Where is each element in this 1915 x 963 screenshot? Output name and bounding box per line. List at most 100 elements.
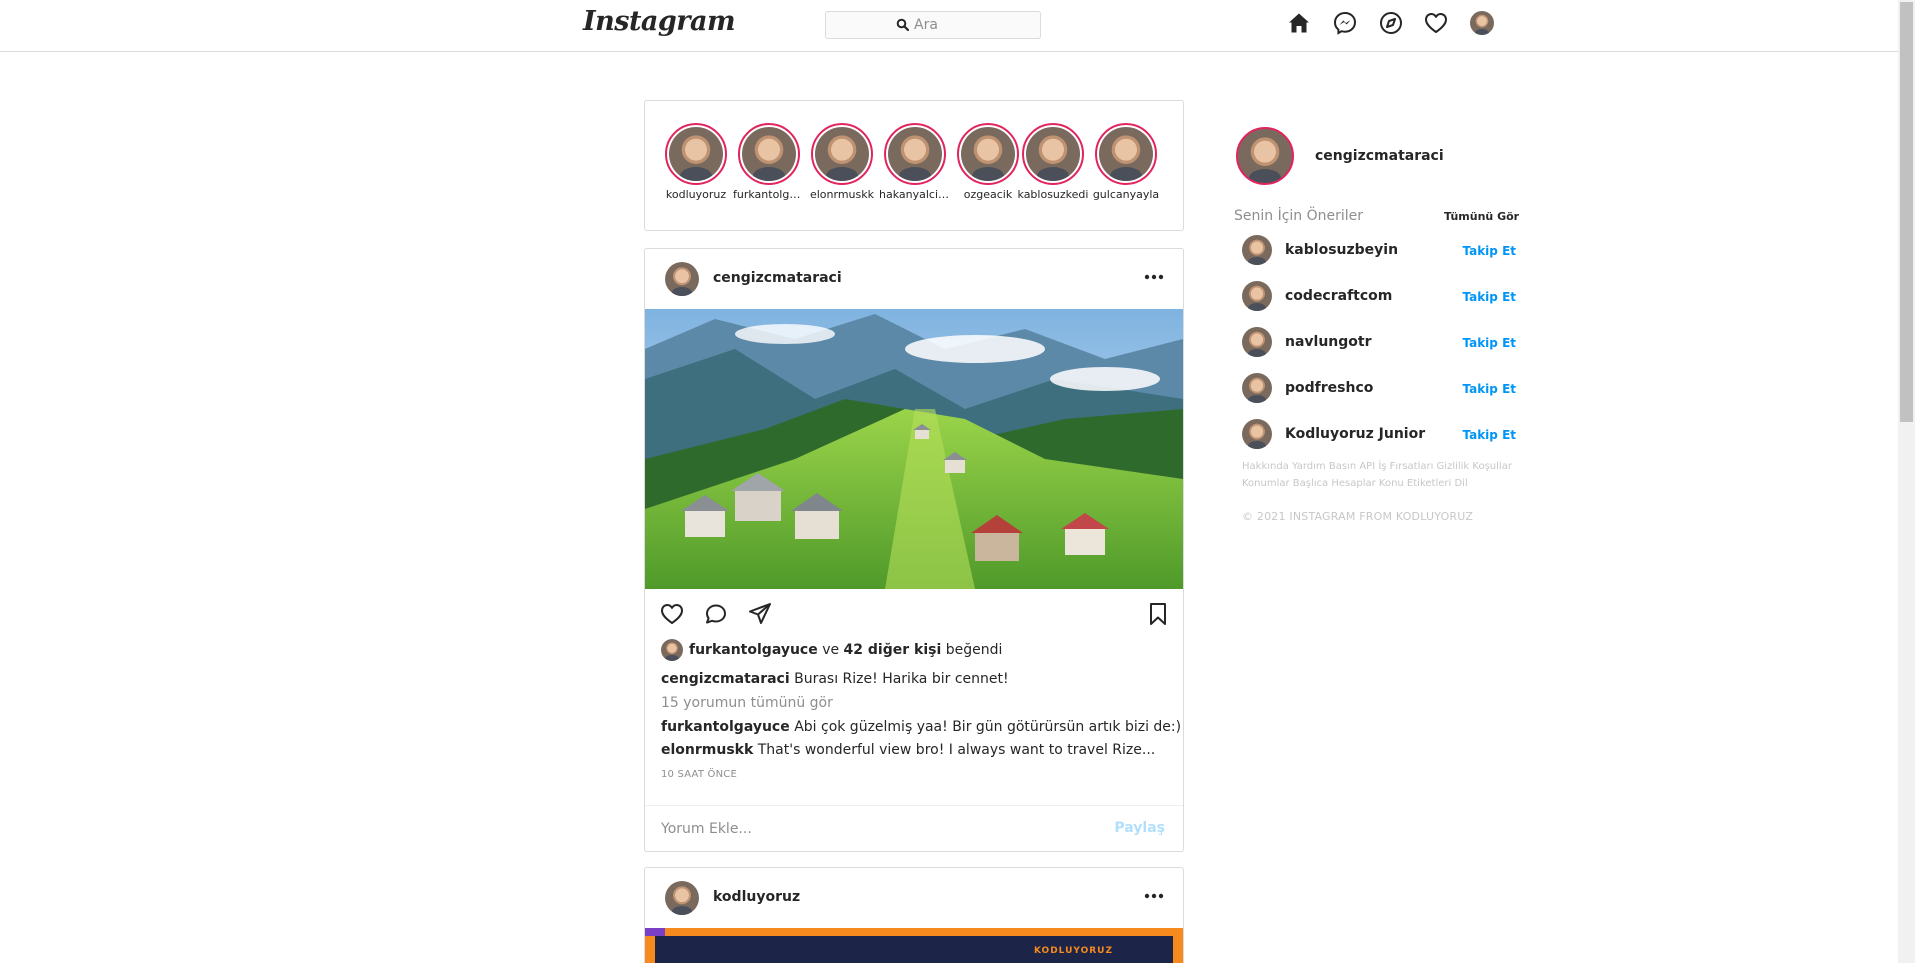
avatar xyxy=(742,127,796,181)
story-username: gulcanyayla xyxy=(1092,188,1160,201)
share-paper-plane-icon[interactable] xyxy=(747,601,773,627)
post-author-username[interactable]: kodluyoruz xyxy=(713,889,800,905)
story-item[interactable]: kablosuzkedi xyxy=(1017,123,1089,201)
caption-username[interactable]: cengizcmataraci xyxy=(661,671,790,687)
post-image[interactable]: KODLUYORUZ xyxy=(645,928,1183,963)
feed-post: cengizcmataraci furkantolgayuce ve 42 di… xyxy=(644,248,1184,852)
profile-avatar[interactable] xyxy=(1470,11,1494,35)
suggestion-row: podfreshco Takip Et xyxy=(1242,373,1516,405)
post-author-username[interactable]: cengizcmataraci xyxy=(713,270,842,286)
bookmark-icon[interactable] xyxy=(1145,601,1171,627)
landscape-photo xyxy=(645,309,1183,589)
caption-text: Burası Rize! Harika bir cennet! xyxy=(794,671,1009,687)
more-options-icon[interactable] xyxy=(1143,892,1165,900)
post-image[interactable] xyxy=(645,309,1183,589)
avatar xyxy=(1026,127,1080,181)
story-item[interactable]: gulcanyayla xyxy=(1090,123,1162,201)
follow-button[interactable]: Takip Et xyxy=(1462,428,1516,442)
feed-post: kodluyoruz KODLUYORUZ xyxy=(644,867,1184,963)
search-box[interactable] xyxy=(825,11,1041,39)
follow-button[interactable]: Takip Et xyxy=(1462,290,1516,304)
likes-summary[interactable]: furkantolgayuce ve 42 diğer kişi beğendi xyxy=(661,639,1002,663)
suggestion-avatar[interactable] xyxy=(1242,419,1272,449)
comment-username[interactable]: elonrmuskk xyxy=(661,742,753,758)
avatar xyxy=(669,127,723,181)
story-item[interactable]: ozgeacik xyxy=(952,123,1024,201)
comment-input[interactable] xyxy=(661,818,1081,840)
sidebar-avatar[interactable] xyxy=(1236,127,1294,185)
home-icon[interactable] xyxy=(1286,10,1312,36)
like-heart-icon[interactable] xyxy=(659,601,685,627)
decorative-strip xyxy=(645,928,665,936)
avatar xyxy=(961,127,1015,181)
follow-button[interactable]: Takip Et xyxy=(1462,336,1516,350)
sidebar-username[interactable]: cengizcmataraci xyxy=(1315,148,1444,164)
suggestion-username[interactable]: Kodluyoruz Junior xyxy=(1285,426,1425,442)
likes-connector: ve xyxy=(822,642,840,658)
story-username: elonrmuskk xyxy=(809,188,874,201)
story-username: hakanyalcin... xyxy=(879,188,951,201)
story-username: ozgeacik xyxy=(963,188,1013,201)
suggestion-avatar[interactable] xyxy=(1242,373,1272,403)
story-item[interactable]: furkantolga... xyxy=(733,123,805,201)
scrollbar-thumb[interactable] xyxy=(1900,2,1913,422)
post-author-avatar[interactable] xyxy=(665,262,699,296)
story-ring xyxy=(1022,123,1084,185)
story-ring xyxy=(1095,123,1157,185)
comment-icon[interactable] xyxy=(703,601,729,627)
comment-text: That's wonderful view bro! I always want… xyxy=(757,742,1156,758)
post-image-panel: KODLUYORUZ xyxy=(655,936,1173,963)
view-all-comments-link[interactable]: 15 yorumun tümünü gör xyxy=(661,695,833,711)
footer-links[interactable]: Hakkında Yardım Basın API İş Fırsatları … xyxy=(1242,458,1522,492)
explore-icon[interactable] xyxy=(1378,10,1404,36)
instagram-logo[interactable]: Instagram xyxy=(583,6,736,37)
story-ring xyxy=(665,123,727,185)
story-ring xyxy=(884,123,946,185)
suggestion-avatar[interactable] xyxy=(1242,235,1272,265)
likes-others-count[interactable]: 42 diğer kişi xyxy=(844,642,942,658)
post-timestamp[interactable]: 10 SAAT ÖNCE xyxy=(661,769,737,780)
copyright-text: © 2021 INSTAGRAM FROM KODLUYORUZ xyxy=(1242,510,1474,523)
suggestion-row: Kodluyoruz Junior Takip Et xyxy=(1242,419,1516,451)
stories-bar: kodluyoruz furkantolga... elonrmuskk hak… xyxy=(644,100,1184,231)
liker-username[interactable]: furkantolgayuce xyxy=(689,642,818,658)
post-actions xyxy=(645,601,1183,633)
suggestion-avatar[interactable] xyxy=(1242,327,1272,357)
comment-row: furkantolgayuce Abi çok güzelmiş yaa! Bi… xyxy=(661,719,1181,735)
story-item[interactable]: kodluyoruz xyxy=(660,123,732,201)
suggestion-username[interactable]: codecraftcom xyxy=(1285,288,1392,304)
suggestion-row: codecraftcom Takip Et xyxy=(1242,281,1516,313)
post-caption: cengizcmataraci Burası Rize! Harika bir … xyxy=(661,671,1009,687)
avatar xyxy=(1099,127,1153,181)
follow-button[interactable]: Takip Et xyxy=(1462,244,1516,258)
follow-button[interactable]: Takip Et xyxy=(1462,382,1516,396)
suggestion-username[interactable]: navlungotr xyxy=(1285,334,1372,350)
messenger-icon[interactable] xyxy=(1332,10,1358,36)
heart-icon[interactable] xyxy=(1423,10,1449,36)
likes-suffix: beğendi xyxy=(945,642,1003,658)
story-username: kablosuzkedi xyxy=(1017,188,1089,201)
story-ring xyxy=(738,123,800,185)
comment-username[interactable]: furkantolgayuce xyxy=(661,719,790,735)
nav-icons xyxy=(1286,10,1494,36)
story-username: furkantolga... xyxy=(733,188,805,201)
add-comment-bar: Paylaş xyxy=(645,805,1183,851)
story-item[interactable]: hakanyalcin... xyxy=(879,123,951,201)
suggestion-username[interactable]: podfreshco xyxy=(1285,380,1373,396)
image-brand-text: KODLUYORUZ xyxy=(1033,946,1113,956)
page-scrollbar[interactable] xyxy=(1898,0,1915,963)
suggestion-avatar[interactable] xyxy=(1242,281,1272,311)
avatar xyxy=(815,127,869,181)
suggestion-username[interactable]: kablosuzbeyin xyxy=(1285,242,1398,258)
suggestions-title: Senin İçin Öneriler xyxy=(1234,208,1364,224)
avatar xyxy=(888,127,942,181)
post-comment-button[interactable]: Paylaş xyxy=(1114,820,1165,836)
more-options-icon[interactable] xyxy=(1143,273,1165,281)
suggestion-row: navlungotr Takip Et xyxy=(1242,327,1516,359)
story-ring xyxy=(957,123,1019,185)
story-item[interactable]: elonrmuskk xyxy=(806,123,878,201)
see-all-link[interactable]: Tümünü Gör xyxy=(1444,210,1519,223)
search-input[interactable] xyxy=(914,16,1024,34)
liker-avatar xyxy=(661,639,683,661)
post-author-avatar[interactable] xyxy=(665,881,699,915)
